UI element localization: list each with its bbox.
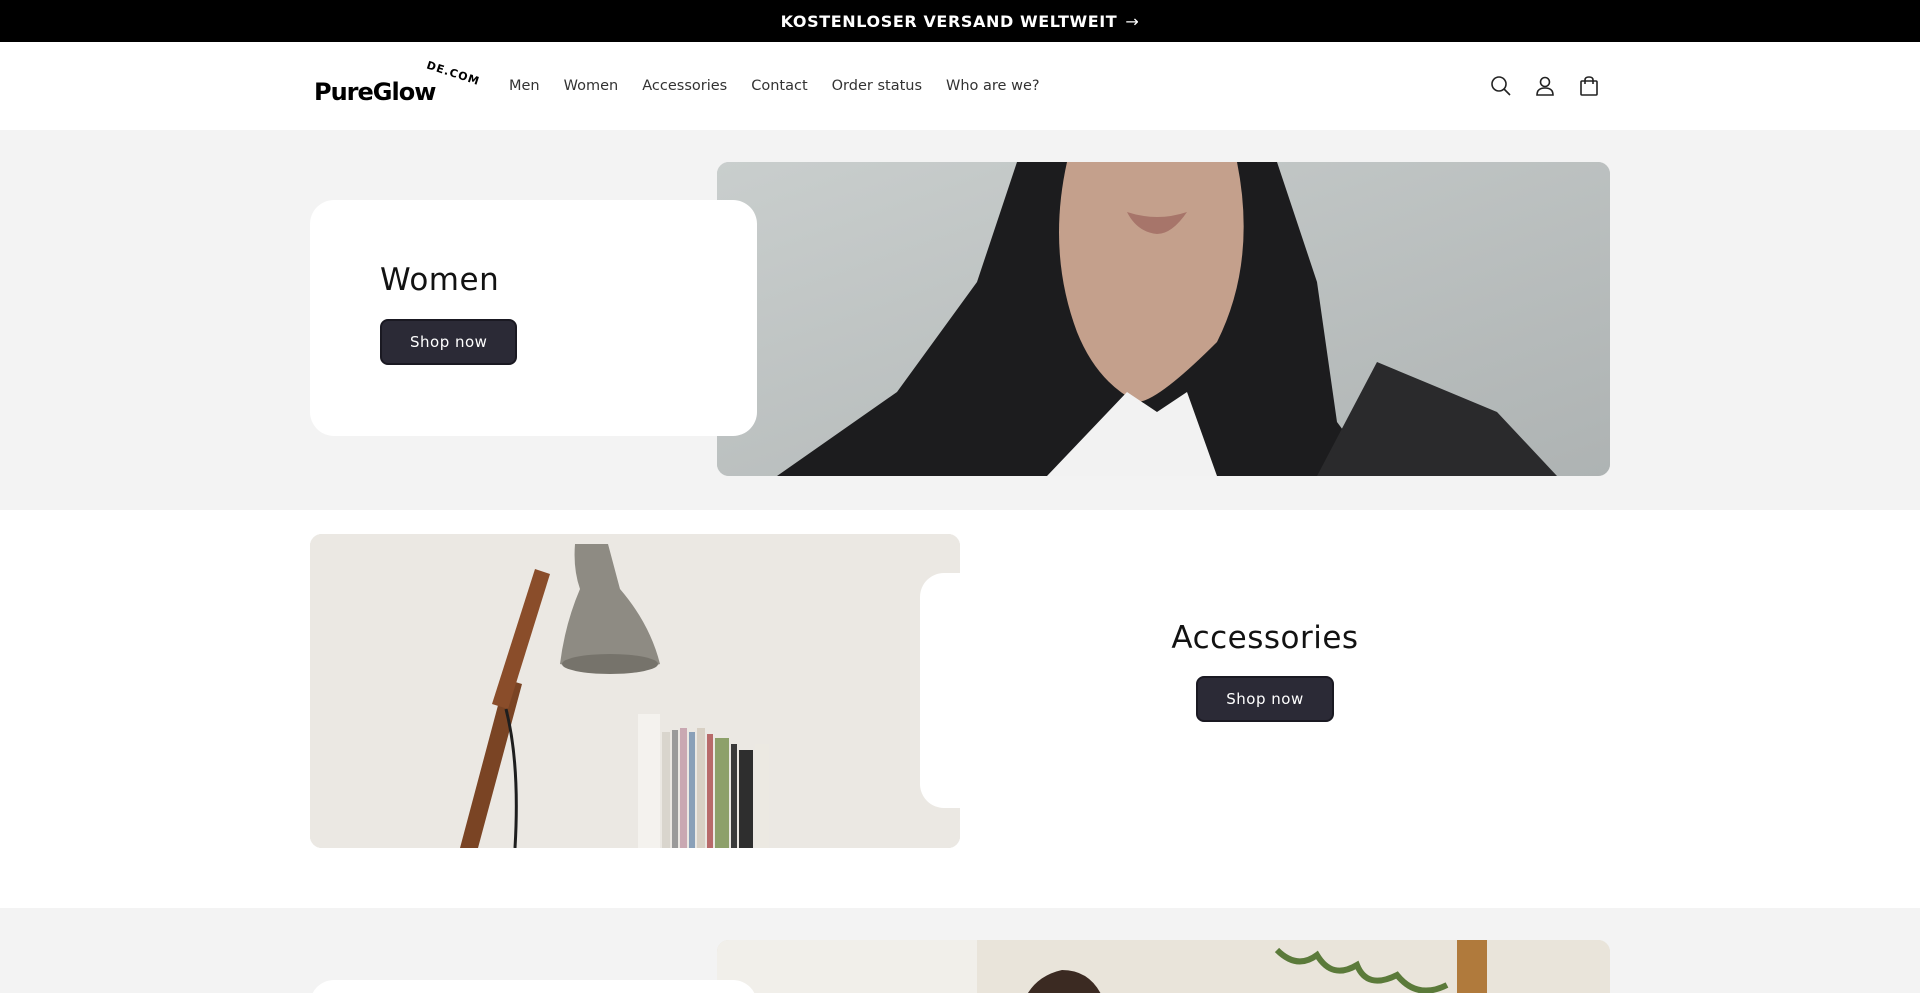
cart-icon[interactable] xyxy=(1575,72,1603,100)
site-header: DE.COM PureGlow Men Women Accessories Co… xyxy=(0,42,1920,130)
logo-text: PureGlow xyxy=(314,78,436,106)
nav-item-men[interactable]: Men xyxy=(497,78,552,94)
accessories-content: Accessories Shop now xyxy=(1000,620,1530,722)
nav-item-order-status[interactable]: Order status xyxy=(820,78,934,94)
women-collection-section: Women Shop now xyxy=(0,130,1920,510)
announcement-text[interactable]: KOSTENLOSER VERSAND WELTWEIT xyxy=(781,12,1118,31)
arrow-right-icon: → xyxy=(1125,11,1140,31)
accessories-shop-now-button[interactable]: Shop now xyxy=(1196,676,1334,722)
main-nav: Men Women Accessories Contact Order stat… xyxy=(497,42,1052,130)
announcement-bar[interactable]: KOSTENLOSER VERSAND WELTWEIT → xyxy=(0,0,1920,42)
men-collection-section xyxy=(0,908,1920,993)
nav-item-who-are-we[interactable]: Who are we? xyxy=(934,78,1052,94)
nav-item-accessories[interactable]: Accessories xyxy=(630,78,739,94)
women-title: Women xyxy=(380,262,500,298)
account-icon[interactable] xyxy=(1531,72,1559,100)
women-collection-image[interactable] xyxy=(717,162,1610,476)
men-collection-image[interactable] xyxy=(717,940,1610,993)
site-logo[interactable]: DE.COM PureGlow xyxy=(312,56,482,106)
nav-item-contact[interactable]: Contact xyxy=(739,78,819,94)
nav-item-women[interactable]: Women xyxy=(552,78,631,94)
accessories-title: Accessories xyxy=(1171,620,1359,656)
accessories-collection-section: Accessories Shop now xyxy=(0,510,1920,908)
women-content-card: Women Shop now xyxy=(310,200,757,436)
men-content-card xyxy=(310,980,757,993)
search-icon[interactable] xyxy=(1487,72,1515,100)
header-icons xyxy=(1487,42,1603,130)
women-shop-now-button[interactable]: Shop now xyxy=(380,319,518,365)
accessories-collection-image[interactable] xyxy=(310,534,960,848)
accessories-card-notch xyxy=(920,573,1000,808)
